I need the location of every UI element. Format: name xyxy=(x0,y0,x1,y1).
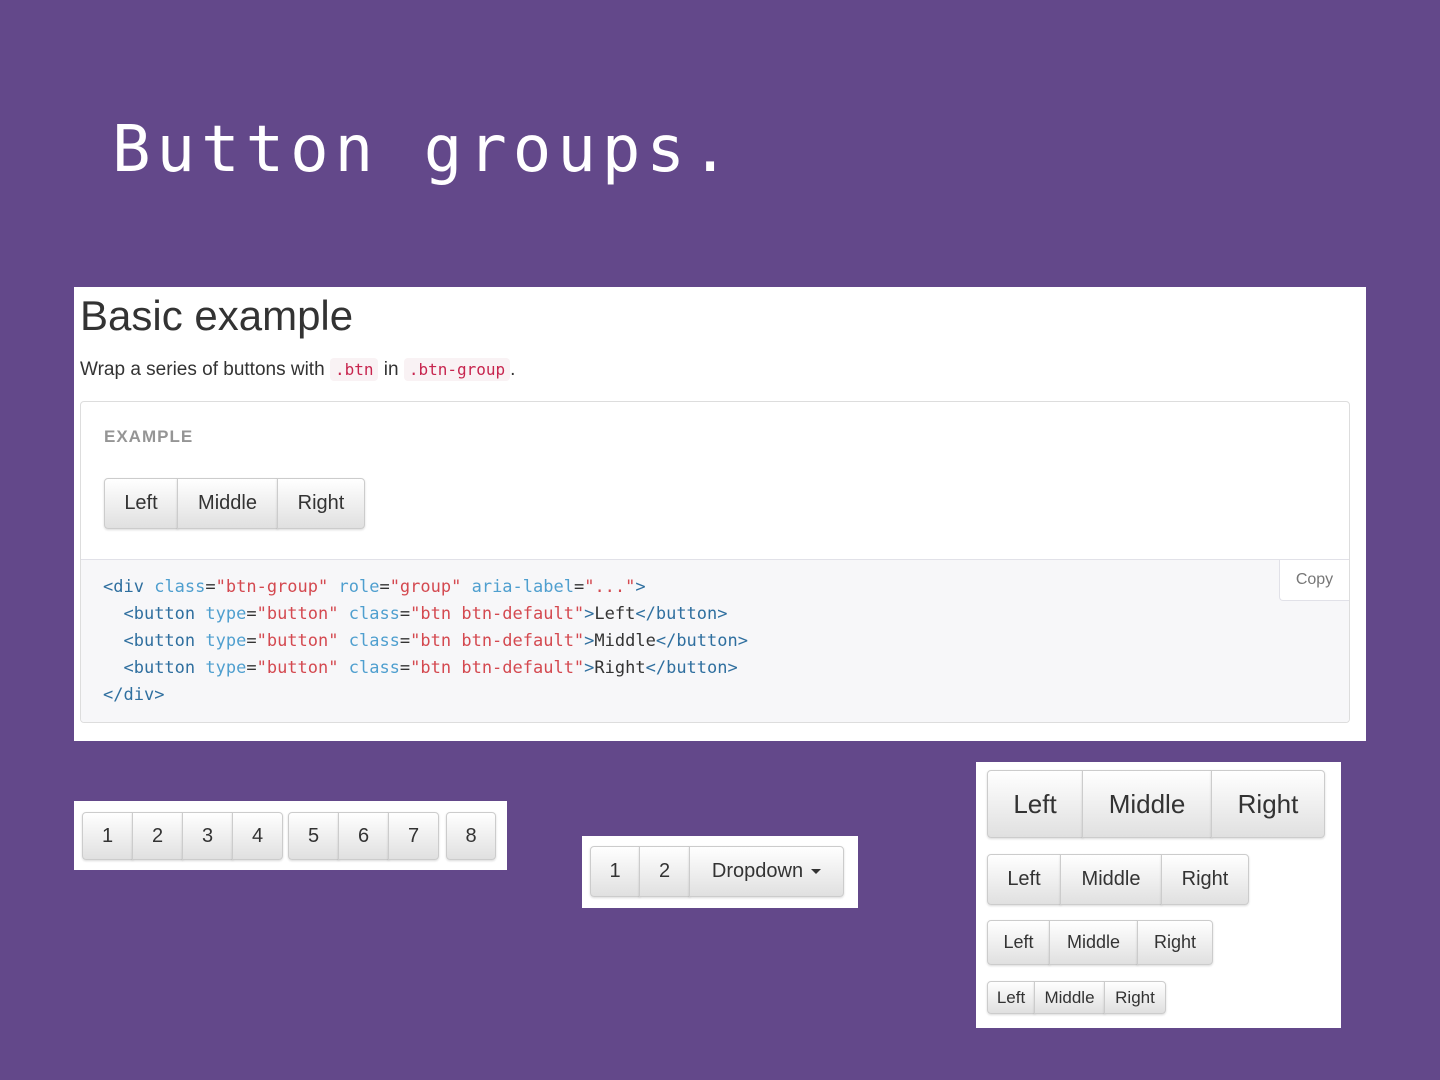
page-5-button[interactable]: 5 xyxy=(288,812,339,860)
code-line-1: <div class="btn-group" role="group" aria… xyxy=(103,577,646,597)
page-6-button[interactable]: 6 xyxy=(338,812,389,860)
xsmall-right-button[interactable]: Right xyxy=(1104,981,1166,1014)
button-toolbar-panel: 1 2 3 4 5 6 7 8 xyxy=(74,801,507,870)
page-4-button[interactable]: 4 xyxy=(232,812,283,860)
large-right-button[interactable]: Right xyxy=(1211,770,1325,838)
desc-text-after: . xyxy=(510,359,516,380)
right-button[interactable]: Right xyxy=(277,478,365,529)
dropdown-label: Dropdown xyxy=(711,860,804,882)
nested-dropdown-panel: 1 2 Dropdown xyxy=(582,836,858,908)
copy-button[interactable]: Copy xyxy=(1279,560,1349,601)
code-line-2: <button type="button" class="btn btn-def… xyxy=(123,604,728,624)
page-1-button[interactable]: 1 xyxy=(82,812,133,860)
basic-example-panel: Basic example Wrap a series of buttons w… xyxy=(74,287,1366,741)
section-description: Wrap a series of buttons with .btn in .b… xyxy=(80,358,516,381)
toolbar-group-3: 8 xyxy=(446,812,496,860)
default-left-button[interactable]: Left xyxy=(987,854,1061,905)
default-middle-button[interactable]: Middle xyxy=(1060,854,1162,905)
caret-down-icon xyxy=(811,869,822,874)
nested-button-group: 1 2 Dropdown xyxy=(590,846,844,897)
dropdown-button[interactable]: Dropdown xyxy=(689,846,844,897)
page-3-button[interactable]: 3 xyxy=(182,812,233,860)
large-button-group: Left Middle Right xyxy=(987,770,1325,838)
small-right-button[interactable]: Right xyxy=(1137,920,1213,965)
middle-button[interactable]: Middle xyxy=(177,478,278,529)
code-line-3: <button type="button" class="btn btn-def… xyxy=(123,631,748,651)
example-box: EXAMPLE Left Middle Right <div class="bt… xyxy=(80,401,1350,723)
xsmall-left-button[interactable]: Left xyxy=(987,981,1035,1014)
xsmall-middle-button[interactable]: Middle xyxy=(1034,981,1105,1014)
default-button-group: Left Middle Right xyxy=(987,854,1249,905)
sizing-panel: Left Middle Right Left Middle Right Left… xyxy=(976,762,1341,1028)
desc-text-mid: in xyxy=(378,359,404,380)
nested-2-button[interactable]: 2 xyxy=(639,846,690,897)
small-middle-button[interactable]: Middle xyxy=(1049,920,1138,965)
section-heading: Basic example xyxy=(80,292,354,339)
desc-text-before: Wrap a series of buttons with xyxy=(80,359,330,380)
toolbar-group-1: 1 2 3 4 xyxy=(82,812,283,860)
nested-1-button[interactable]: 1 xyxy=(590,846,640,897)
small-button-group: Left Middle Right xyxy=(987,920,1213,965)
toolbar-group-2: 5 6 7 xyxy=(288,812,439,860)
page-2-button[interactable]: 2 xyxy=(132,812,183,860)
page-7-button[interactable]: 7 xyxy=(388,812,439,860)
xsmall-button-group: Left Middle Right xyxy=(987,981,1166,1014)
basic-button-group: Left Middle Right xyxy=(104,478,365,529)
code-line-4: <button type="button" class="btn btn-def… xyxy=(123,658,738,678)
code-block: <div class="btn-group" role="group" aria… xyxy=(103,574,748,709)
code-snippet: <div class="btn-group" role="group" aria… xyxy=(81,559,1349,722)
large-middle-button[interactable]: Middle xyxy=(1082,770,1212,838)
example-label: EXAMPLE xyxy=(104,427,194,446)
code-btn-group: .btn-group xyxy=(403,358,511,381)
small-left-button[interactable]: Left xyxy=(987,920,1050,965)
page-8-button[interactable]: 8 xyxy=(446,812,496,860)
default-right-button[interactable]: Right xyxy=(1161,854,1249,905)
left-button[interactable]: Left xyxy=(104,478,178,529)
large-left-button[interactable]: Left xyxy=(987,770,1083,838)
code-line-5: </div> xyxy=(103,685,165,705)
code-btn: .btn xyxy=(329,358,379,381)
slide-title: Button groups. xyxy=(112,113,736,187)
